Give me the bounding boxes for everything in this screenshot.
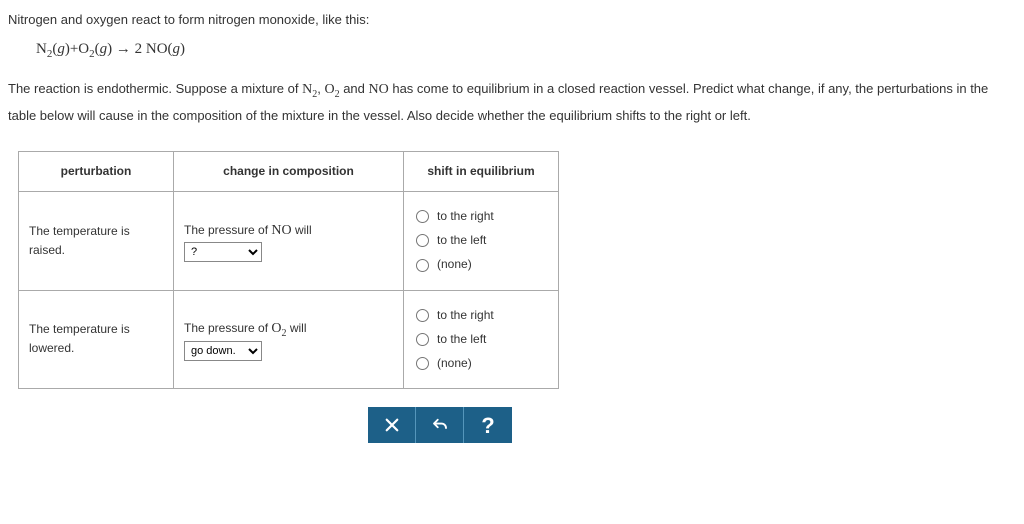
perturbation-cell: The temperature is lowered. — [19, 290, 174, 389]
header-perturbation: perturbation — [19, 151, 174, 191]
close-button[interactable] — [368, 407, 416, 443]
shift-radio[interactable] — [416, 333, 429, 346]
shift-cell: to the right to the left (none) — [404, 290, 559, 389]
undo-icon — [431, 416, 449, 434]
shift-radio[interactable] — [416, 357, 429, 370]
table-row: The temperature is lowered. The pressure… — [19, 290, 559, 389]
shift-radio[interactable] — [416, 259, 429, 272]
reaction-equation: N2(g)+O2(g) → 2 NO(g) — [36, 37, 1016, 64]
change-select[interactable]: go down. — [184, 341, 262, 361]
shift-option[interactable]: to the right — [416, 306, 546, 325]
shift-radio[interactable] — [416, 309, 429, 322]
description-text: The reaction is endothermic. Suppose a m… — [8, 77, 1016, 128]
shift-cell: to the right to the left (none) — [404, 192, 559, 291]
shift-option[interactable]: to the left — [416, 231, 546, 250]
perturbation-cell: The temperature is raised. — [19, 192, 174, 291]
close-icon — [383, 416, 401, 434]
header-change: change in composition — [174, 151, 404, 191]
change-cell: The pressure of O2 will go down. — [174, 290, 404, 389]
intro-text: Nitrogen and oxygen react to form nitrog… — [8, 10, 1016, 31]
shift-option[interactable]: to the left — [416, 330, 546, 349]
undo-button[interactable] — [416, 407, 464, 443]
change-label: The pressure of O2 will — [184, 321, 307, 335]
change-cell: The pressure of NO will ? — [174, 192, 404, 291]
shift-radio[interactable] — [416, 234, 429, 247]
shift-radio[interactable] — [416, 210, 429, 223]
action-bar: ? — [368, 407, 512, 443]
help-button[interactable]: ? — [464, 407, 512, 443]
table-row: The temperature is raised. The pressure … — [19, 192, 559, 291]
shift-option[interactable]: (none) — [416, 354, 546, 373]
change-label: The pressure of NO will — [184, 223, 312, 237]
header-shift: shift in equilibrium — [404, 151, 559, 191]
perturbation-table: perturbation change in composition shift… — [18, 151, 559, 389]
shift-option[interactable]: (none) — [416, 255, 546, 274]
shift-option[interactable]: to the right — [416, 207, 546, 226]
change-select[interactable]: ? — [184, 242, 262, 262]
